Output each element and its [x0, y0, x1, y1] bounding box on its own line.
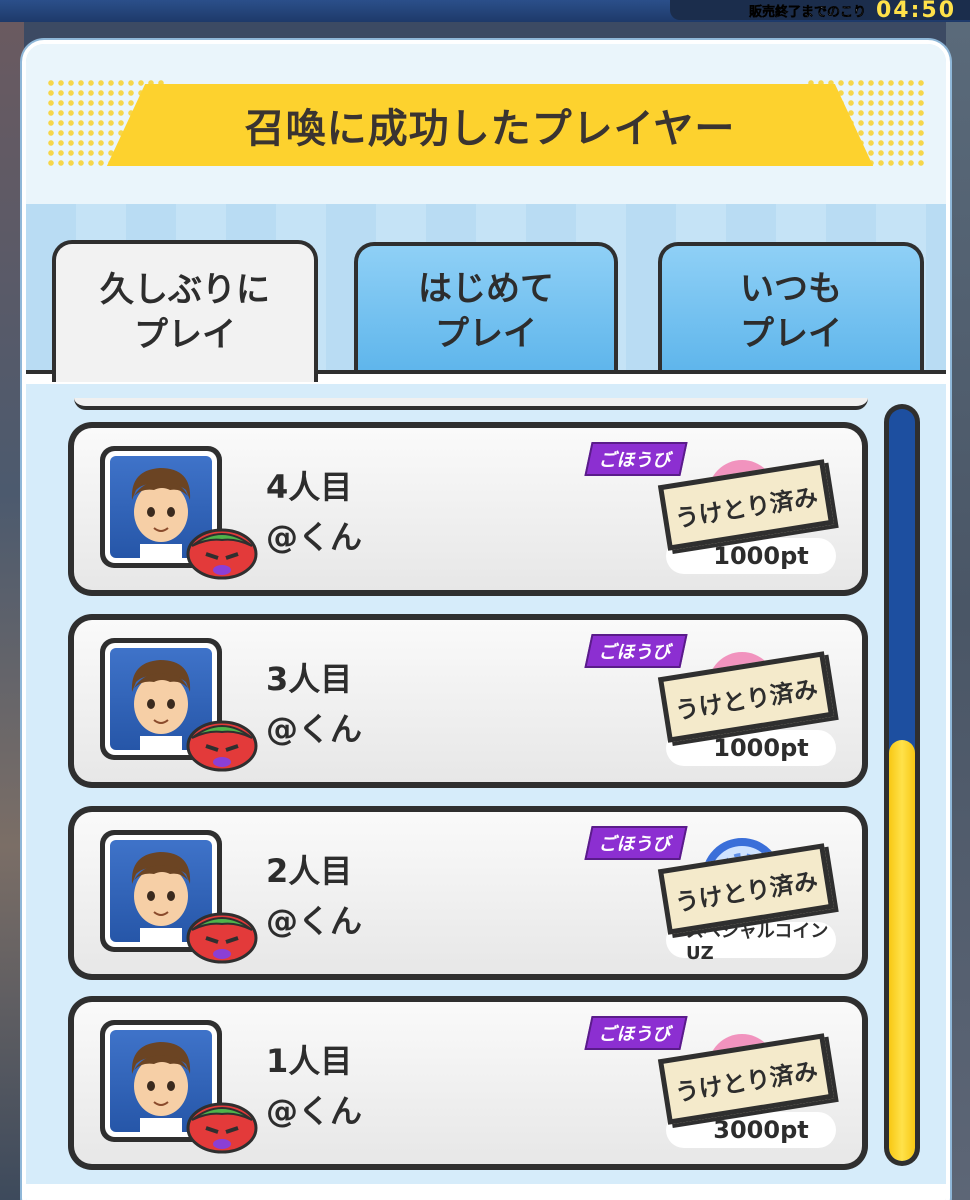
player-name: @くん: [266, 1092, 363, 1130]
list-item: 1人目 @くん 3000pt ごほうび うけとり済み: [68, 996, 868, 1170]
scrollbar[interactable]: [884, 404, 920, 1166]
list-item: 3人目 @くん 1000pt ごほうび うけとり済み: [68, 614, 868, 788]
player-name: @くん: [266, 902, 363, 940]
reward-tag: ごほうび: [584, 1016, 688, 1050]
list-previous-item-edge: [74, 398, 868, 410]
player-order: 4人目: [266, 468, 353, 506]
list-item: 2人目 @くん スペシャルコインUZ ごほうび うけとり済み: [68, 806, 868, 980]
tomato-yokai-icon: [186, 1102, 258, 1154]
tab-first-time-play[interactable]: はじめて プレイ: [354, 242, 618, 378]
player-name: @くん: [266, 710, 363, 748]
reward-tag: ごほうび: [584, 634, 688, 668]
sale-timer: 販売終了までのこり 04:50: [670, 0, 970, 23]
title-band: 召喚に成功したプレイヤー: [176, 84, 804, 166]
summon-players-dialog: 召喚に成功したプレイヤー 久しぶりに プレイ はじめて プレイ いつも プレイ: [22, 40, 950, 1200]
player-order: 3人目: [266, 660, 353, 698]
scrollbar-thumb[interactable]: [889, 739, 915, 1161]
timer-value: 04:50: [875, 0, 956, 23]
dialog-header: 召喚に成功したプレイヤー: [26, 44, 946, 204]
tab-long-time-play[interactable]: 久しぶりに プレイ: [52, 240, 318, 382]
player-order: 1人目: [266, 1042, 353, 1080]
footer-section-peek: [26, 1184, 946, 1200]
player-order: 2人目: [266, 852, 353, 890]
tomato-yokai-icon: [186, 528, 258, 580]
background-left: [0, 22, 24, 1200]
reward-tag: ごほうび: [584, 442, 688, 476]
dialog-title: 召喚に成功したプレイヤー: [244, 106, 736, 152]
tomato-yokai-icon: [186, 912, 258, 964]
timer-label: 販売終了までのこり: [748, 4, 867, 20]
tomato-yokai-icon: [186, 720, 258, 772]
reward-tag: ごほうび: [584, 826, 688, 860]
list-item: 4人目 @くん 1000pt ごほうび うけとり済み: [68, 422, 868, 596]
tab-always-play[interactable]: いつも プレイ: [658, 242, 924, 378]
player-name: @くん: [266, 518, 363, 556]
